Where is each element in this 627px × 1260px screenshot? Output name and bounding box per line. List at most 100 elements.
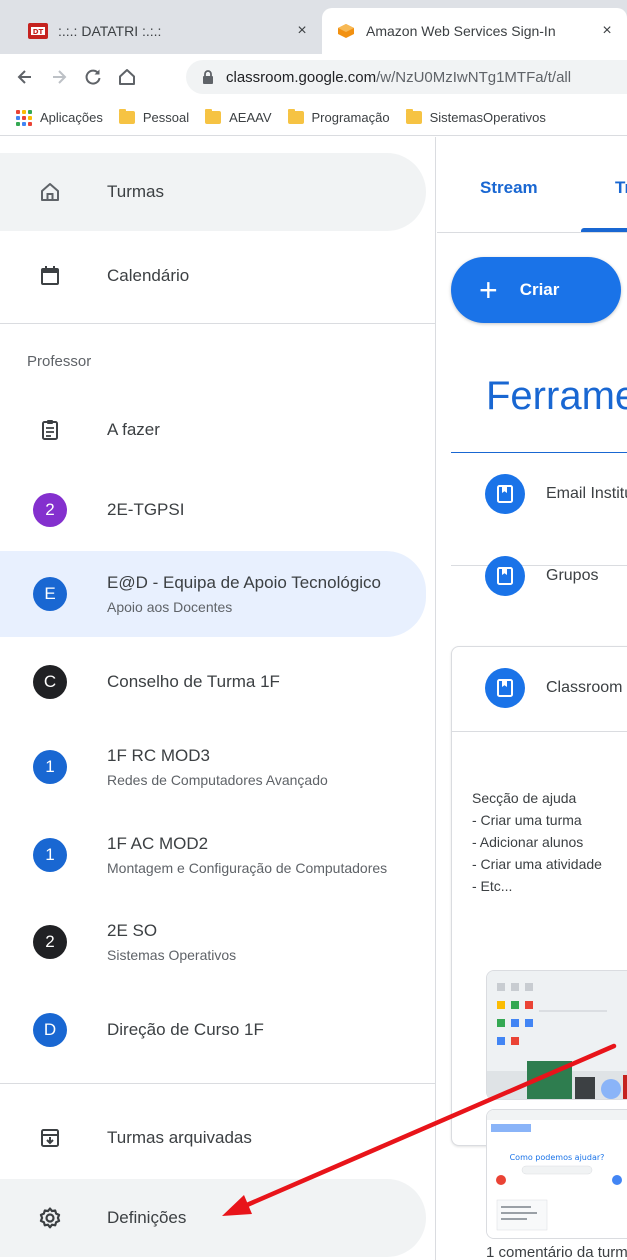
class-text: E@D - Equipa de Apoio Tecnológico Apoio … [107, 573, 381, 615]
bookmark-sistemasoperativos[interactable]: SistemasOperativos [405, 109, 546, 125]
gear-icon [36, 1204, 64, 1232]
class-avatar: 1 [33, 838, 67, 872]
sidebar-item-turmas-arquivadas[interactable]: Turmas arquivadas [0, 1099, 426, 1177]
sidebar-item-label: Turmas arquivadas [107, 1128, 252, 1147]
row-divider [451, 731, 627, 732]
material-item-grupos[interactable]: Grupos [451, 535, 627, 617]
class-subtitle: Redes de Computadores Avançado [107, 772, 328, 788]
svg-text:DT: DT [33, 28, 44, 36]
back-button[interactable] [8, 60, 42, 94]
class-name: 1F AC MOD2 [107, 834, 209, 853]
browser-tab-strip: DT :.:.: DATATRI :.:.: × Amazon Web Serv… [0, 0, 627, 54]
sidebar-item-turmas[interactable]: Turmas [0, 153, 426, 231]
address-bar[interactable]: classroom.google.com/w/NzU0MzIwNTg1MTFa/… [186, 60, 627, 94]
create-label: Criar [519, 280, 560, 299]
sidebar-divider [0, 1083, 435, 1084]
sidebar-item-class-1f-rc-mod3[interactable]: 1 1F RC MOD3 Redes de Computadores Avanç… [0, 725, 426, 809]
thumb-caption: Como podemos ajudar? [510, 1153, 605, 1162]
bookmark-programacao[interactable]: Programação [287, 109, 390, 125]
home-button[interactable] [110, 60, 144, 94]
folder-icon [405, 109, 422, 124]
sidebar-item-class-conselho-turma-1f[interactable]: C Conselho de Turma 1F [0, 642, 426, 722]
sidebar-item-class-ead[interactable]: E E@D - Equipa de Apoio Tecnológico Apoi… [0, 551, 426, 637]
section-title-professor: Professor [27, 353, 92, 370]
tab-trabalhos[interactable]: Trabalhos [615, 178, 627, 198]
class-subtitle: Montagem e Configuração de Computadores [107, 860, 388, 876]
tabs-divider [437, 232, 627, 233]
bookmark-aplicacoes[interactable]: Aplicações [16, 109, 103, 126]
sidebar-item-class-direcao-curso-1f[interactable]: D Direção de Curso 1F [0, 990, 426, 1070]
description-line: - Adicionar alunos [472, 834, 584, 850]
sidebar-item-calendario[interactable]: Calendário [0, 237, 426, 315]
thumbnail-preview-image: Como podemos ajudar? [487, 1110, 627, 1238]
browser-toolbar: classroom.google.com/w/NzU0MzIwNTg1MTFa/… [0, 54, 627, 100]
class-avatar: C [33, 665, 67, 699]
classroom-sidebar: Turmas Calendário Professor A fazer 2 2E… [0, 137, 436, 1260]
sidebar-item-class-1f-ac-mod2[interactable]: 1 1F AC MOD2 Montagem e Configuração de … [0, 813, 426, 897]
archive-icon [36, 1124, 64, 1152]
class-subtitle: Sistemas Operativos [107, 947, 237, 963]
url-host: classroom.google.com [226, 68, 377, 86]
class-name: 1F RC MOD3 [107, 746, 210, 765]
bookmark-icon [485, 474, 525, 514]
tab-title: :.:.: DATATRI :.:.: [58, 23, 162, 39]
bookmark-icon [485, 668, 525, 708]
sidebar-item-label: A fazer [107, 420, 160, 439]
description-line: - Criar uma atividade [472, 856, 602, 872]
arrow-left-icon [17, 70, 31, 84]
class-name: Direção de Curso 1F [107, 1020, 264, 1039]
bookmark-label: SistemasOperativos [429, 110, 546, 125]
browser-tab-aws[interactable]: Amazon Web Services Sign-In × [322, 8, 627, 54]
forward-button[interactable] [42, 60, 76, 94]
folder-icon [287, 109, 304, 124]
class-subtitle: Apoio aos Docentes [107, 599, 233, 615]
material-description: Secção de ajuda - Criar uma turma - Adic… [472, 787, 602, 897]
reload-button[interactable] [76, 60, 110, 94]
topic-title[interactable]: Ferramentas [486, 374, 627, 419]
class-name: Conselho de Turma 1F [107, 672, 280, 691]
attachment-thumbnail[interactable] [486, 970, 627, 1100]
sidebar-item-label: Definições [107, 1208, 187, 1227]
material-item-classroom[interactable]: Classroom [451, 647, 627, 729]
sidebar-item-a-fazer[interactable]: A fazer [0, 392, 426, 468]
tab-stream[interactable]: Stream [480, 178, 538, 198]
datatri-favicon: DT [28, 23, 48, 39]
sidebar-item-label: Calendário [107, 266, 190, 285]
url-text: classroom.google.com/w/NzU0MzIwNTg1MTFa/… [226, 69, 571, 86]
sidebar-divider [0, 323, 435, 324]
bookmarks-bar: Aplicações Pessoal AEAAV Programação Sis… [0, 100, 627, 136]
bookmark-aeaav[interactable]: AEAAV [205, 109, 272, 125]
aws-favicon [338, 24, 354, 38]
class-name: E@D - Equipa de Apoio Tecnológico [107, 573, 382, 592]
folder-icon [205, 109, 222, 124]
material-title: Email Institucional [546, 485, 627, 502]
home-icon [119, 69, 135, 85]
description-line: - Etc... [472, 878, 513, 894]
classwork-main: Stream Trabalhos + Criar Ferramentas Ema… [437, 137, 627, 1260]
arrow-right-icon [53, 70, 67, 84]
close-icon[interactable]: × [595, 22, 619, 40]
browser-tab-datatri[interactable]: DT :.:.: DATATRI :.:.: × [14, 8, 322, 54]
sidebar-item-label: Turmas [107, 182, 164, 201]
reload-icon [85, 69, 101, 85]
bookmark-pessoal[interactable]: Pessoal [118, 109, 190, 125]
lock-icon [203, 70, 213, 84]
sidebar-item-class-2e-tgpsi[interactable]: 2 2E-TGPSI [0, 471, 426, 549]
apps-grid-icon [16, 109, 32, 126]
class-name: 2E-TGPSI [107, 500, 185, 519]
sidebar-item-definicoes[interactable]: Definições [0, 1179, 426, 1257]
close-icon[interactable]: × [290, 22, 314, 40]
material-item-email[interactable]: Email Institucional [451, 453, 627, 535]
class-text: 1F RC MOD3 Redes de Computadores Avançad… [107, 746, 328, 788]
class-avatar: 2 [33, 925, 67, 959]
bookmark-icon [485, 556, 525, 596]
attachment-thumbnail[interactable]: Como podemos ajudar? [486, 1109, 627, 1239]
home-icon [36, 178, 64, 206]
class-avatar: E [33, 577, 67, 611]
bookmark-label: Pessoal [142, 110, 190, 125]
create-button[interactable]: + Criar [451, 257, 621, 323]
class-comments-link[interactable]: 1 comentário da turma [486, 1244, 627, 1260]
sidebar-item-class-2e-so[interactable]: 2 2E SO Sistemas Operativos [0, 900, 426, 984]
bookmark-label: Aplicações [40, 110, 103, 125]
class-avatar: 2 [33, 493, 67, 527]
